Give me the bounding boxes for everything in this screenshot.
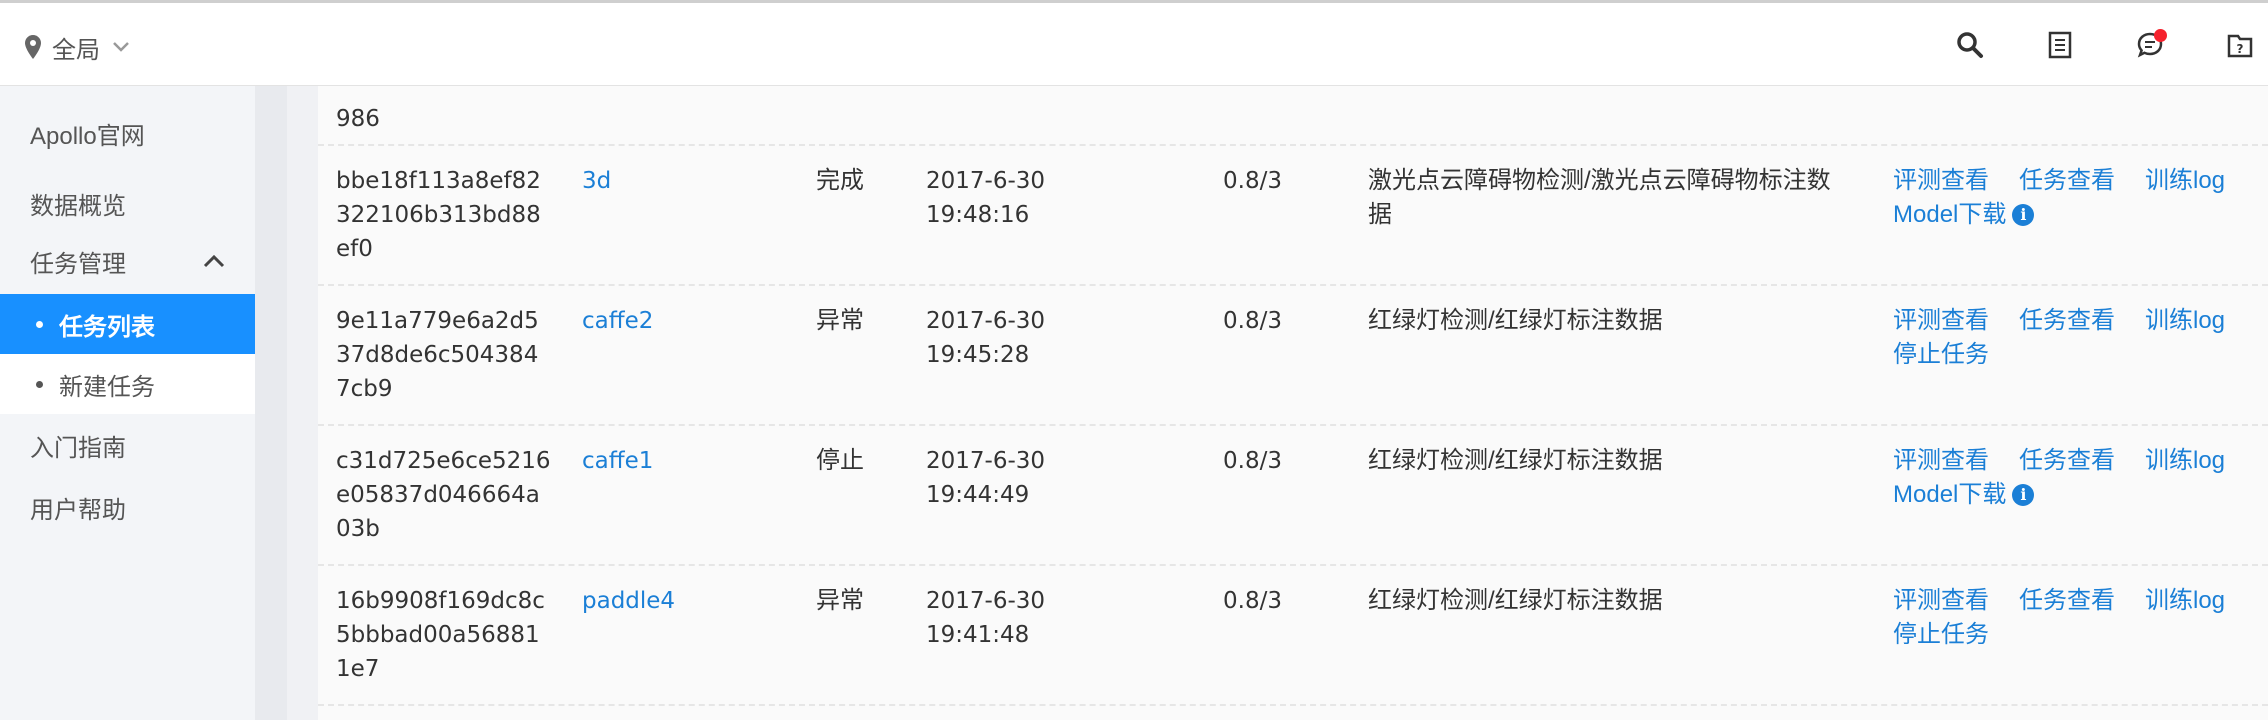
- sidebar-item-task-list[interactable]: 任务列表: [0, 294, 255, 354]
- task-description: 红绿灯检测/红绿灯标注数据: [1368, 587, 1663, 614]
- sidebar-item-label: 数据概览: [30, 192, 126, 220]
- task-created-time: 2017-6-30 19:45:28: [926, 304, 1096, 372]
- task-created-time: 2017-6-30 19:41:48: [926, 584, 1096, 652]
- stop-task-link[interactable]: 停止任务: [1893, 338, 1989, 372]
- task-date: 2017-6-30: [926, 448, 1046, 474]
- table-row: bbe18f113a8ef82322106b313bd88ef0 3d 完成 2…: [318, 146, 2268, 286]
- task-status: 停止: [816, 447, 864, 474]
- location-pin-icon: [24, 34, 42, 60]
- document-list-icon[interactable]: [2040, 25, 2080, 65]
- message-icon[interactable]: [2130, 25, 2170, 65]
- train-log-link[interactable]: 训练log: [2145, 444, 2225, 478]
- region-selector[interactable]: 全局: [24, 29, 130, 65]
- task-ratio: 0.8/3: [1223, 588, 1282, 614]
- task-time: 19:48:16: [926, 202, 1030, 228]
- task-date: 2017-6-30: [926, 308, 1046, 334]
- model-download-link[interactable]: Model下载: [1893, 198, 2006, 232]
- task-ratio: 0.8/3: [1223, 168, 1282, 194]
- sidebar-group-task-management[interactable]: 任务管理: [0, 230, 255, 292]
- sidebar-item-label: 入门指南: [30, 434, 126, 462]
- bullet-icon: [36, 320, 43, 328]
- task-name-link[interactable]: paddle4: [582, 584, 675, 618]
- task-name-link[interactable]: 3d: [582, 164, 611, 198]
- eval-view-link[interactable]: 评测查看: [1893, 164, 1989, 198]
- sidebar-item-label: 新建任务: [59, 373, 155, 401]
- task-view-link[interactable]: 任务查看: [2019, 444, 2115, 478]
- table-row: 16b9908f169dc8c5bbbad00a568811e7 paddle4…: [318, 566, 2268, 706]
- task-time: 19:41:48: [926, 622, 1030, 648]
- sidebar-item-user-help[interactable]: 用户帮助: [0, 476, 255, 538]
- task-ratio: 0.8/3: [1223, 308, 1282, 334]
- chevron-up-icon: [203, 247, 225, 275]
- sidebar-item-data-overview[interactable]: 数据概览: [0, 170, 255, 236]
- info-icon[interactable]: i: [2012, 204, 2035, 226]
- task-id: 9e11a779e6a2d537d8de6c5043847cb9: [336, 308, 539, 402]
- task-description: 红绿灯检测/红绿灯标注数据: [1368, 307, 1663, 334]
- task-status: 异常: [816, 307, 864, 334]
- task-id: 986: [336, 106, 380, 132]
- model-download-link[interactable]: Model下载: [1893, 478, 2006, 512]
- task-view-link[interactable]: 任务查看: [2019, 304, 2115, 338]
- task-id: bbe18f113a8ef82322106b313bd88ef0: [336, 168, 541, 262]
- stop-task-link[interactable]: 停止任务: [1893, 618, 1989, 652]
- task-time: 19:45:28: [926, 342, 1030, 368]
- sidebar-item-new-task[interactable]: 新建任务: [0, 354, 255, 414]
- sidebar-item-label: 任务管理: [30, 250, 126, 278]
- bullet-icon: [36, 380, 43, 388]
- search-icon[interactable]: [1950, 25, 1990, 65]
- task-status: 完成: [816, 167, 864, 194]
- task-date: 2017-6-30: [926, 168, 1046, 194]
- table-row: c31d725e6ce5216e05837d046664a03b caffe1 …: [318, 426, 2268, 566]
- task-view-link[interactable]: 任务查看: [2019, 584, 2115, 618]
- task-id: 16b9908f169dc8c5bbbad00a568811e7: [336, 588, 545, 682]
- help-icon[interactable]: ?: [2220, 25, 2260, 65]
- train-log-link[interactable]: 训练log: [2145, 584, 2225, 618]
- eval-view-link[interactable]: 评测查看: [1893, 444, 1989, 478]
- task-time: 19:44:49: [926, 482, 1030, 508]
- svg-text:?: ?: [2237, 42, 2244, 56]
- notification-badge: [2154, 29, 2167, 42]
- chevron-down-icon: [112, 41, 130, 53]
- task-name-link[interactable]: caffe1: [582, 444, 653, 478]
- sidebar-item-getting-started[interactable]: 入门指南: [0, 414, 255, 476]
- task-name-link[interactable]: caffe2: [582, 304, 653, 338]
- eval-view-link[interactable]: 评测查看: [1893, 304, 1989, 338]
- sidebar-item-label: Apollo官网: [30, 122, 145, 150]
- task-id: c31d725e6ce5216e05837d046664a03b: [336, 448, 551, 542]
- task-ratio: 0.8/3: [1223, 448, 1282, 474]
- task-description: 红绿灯检测/红绿灯标注数据: [1368, 447, 1663, 474]
- sidebar-item-apollo-site[interactable]: Apollo官网: [0, 100, 255, 166]
- top-bar: 全局 ?: [0, 0, 2268, 86]
- task-status: 异常: [816, 587, 864, 614]
- region-label: 全局: [52, 36, 100, 64]
- sidebar-item-label: 用户帮助: [30, 496, 126, 524]
- info-icon[interactable]: i: [2012, 484, 2035, 506]
- sidebar: Apollo官网 数据概览 任务管理 任务列表 新建任务 入门指南 用户帮助: [0, 86, 255, 720]
- task-view-link[interactable]: 任务查看: [2019, 164, 2115, 198]
- table-row: 986: [318, 86, 2268, 146]
- sidebar-item-label: 任务列表: [59, 313, 155, 341]
- task-description: 激光点云障碍物检测/激光点云障碍物标注数据: [1368, 167, 1831, 228]
- eval-view-link[interactable]: 评测查看: [1893, 584, 1989, 618]
- train-log-link[interactable]: 训练log: [2145, 304, 2225, 338]
- task-created-time: 2017-6-30 19:48:16: [926, 164, 1096, 232]
- task-date: 2017-6-30: [926, 588, 1046, 614]
- layout-gutter: [255, 86, 287, 720]
- table-row: 9e11a779e6a2d537d8de6c5043847cb9 caffe2 …: [318, 286, 2268, 426]
- train-log-link[interactable]: 训练log: [2145, 164, 2225, 198]
- task-table: 986 bbe18f113a8ef82322106b313bd88ef0 3d …: [318, 86, 2268, 720]
- task-created-time: 2017-6-30 19:44:49: [926, 444, 1096, 512]
